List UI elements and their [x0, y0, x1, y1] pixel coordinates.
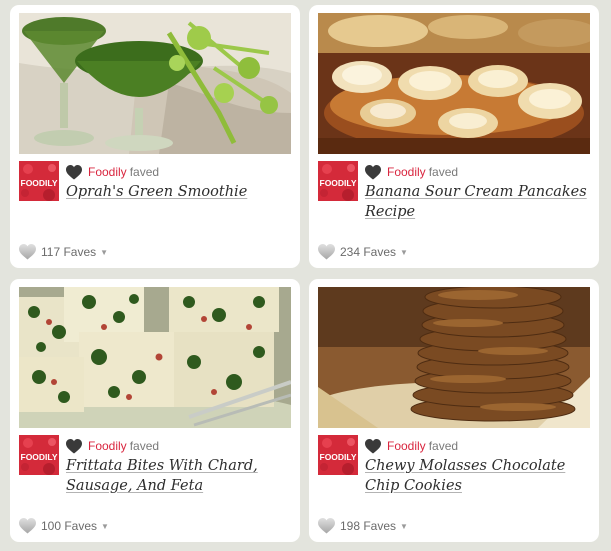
faved-by-line: Foodily faved: [66, 438, 159, 454]
caret-down-icon: ▼: [400, 247, 408, 257]
recipe-photo-molasses-cookies[interactable]: [318, 287, 590, 428]
faved-label: faved: [428, 439, 459, 453]
faves-button[interactable]: 100 Faves ▼: [19, 517, 109, 535]
dark-heart-icon: [66, 165, 82, 180]
faves-button[interactable]: 117 Faves ▼: [19, 243, 108, 261]
recipe-photo-frittata-bites[interactable]: [19, 287, 291, 428]
faves-count: 198 Faves: [340, 519, 397, 533]
caret-down-icon: ▼: [400, 521, 408, 531]
faved-by-line: Foodily faved: [365, 164, 458, 180]
caret-down-icon: ▼: [101, 521, 109, 531]
recipe-photo-green-smoothie[interactable]: [19, 13, 291, 154]
foodily-avatar[interactable]: FOODILY: [318, 161, 358, 201]
dark-heart-icon: [365, 439, 381, 454]
recipe-title-link[interactable]: Chewy Molasses Chocolate Chip Cookies: [365, 456, 591, 496]
foodily-avatar[interactable]: FOODILY: [19, 161, 59, 201]
faves-count: 234 Faves: [340, 245, 397, 259]
faved-label: faved: [129, 165, 160, 179]
recipe-title-link[interactable]: Banana Sour Cream Pancakes Recipe: [365, 182, 591, 222]
faves-count: 100 Faves: [41, 519, 98, 533]
recipe-title-link[interactable]: Frittata Bites With Chard, Sausage, And …: [66, 456, 292, 496]
grey-heart-icon: [318, 244, 335, 260]
dark-heart-icon: [66, 439, 82, 454]
svg-text:FOODILY: FOODILY: [320, 178, 357, 188]
foodily-avatar[interactable]: FOODILY: [19, 435, 59, 475]
recipe-card: FOODILY Foodily faved Banana Sour Cream …: [309, 5, 599, 268]
recipe-title-link[interactable]: Oprah's Green Smoothie: [66, 182, 292, 202]
grey-heart-icon: [19, 518, 36, 534]
svg-text:FOODILY: FOODILY: [320, 452, 357, 462]
caret-down-icon: ▼: [100, 247, 109, 257]
faved-label: faved: [428, 165, 459, 179]
recipe-photo-banana-pancakes[interactable]: [318, 13, 590, 154]
svg-text:FOODILY: FOODILY: [21, 178, 58, 188]
grey-heart-icon: [318, 518, 335, 534]
grey-heart-icon: [19, 244, 36, 260]
recipe-card: FOODILY Foodily faved Frittata Bites Wit…: [10, 279, 300, 542]
faver-link[interactable]: Foodily: [387, 439, 426, 453]
svg-text:FOODILY: FOODILY: [21, 452, 58, 462]
faves-count: 117 Faves: [41, 245, 97, 259]
dark-heart-icon: [365, 165, 381, 180]
recipe-card: FOODILY Foodily faved Chewy Molasses Cho…: [309, 279, 599, 542]
faved-by-line: Foodily faved: [365, 438, 458, 454]
faved-label: faved: [129, 439, 160, 453]
faver-link[interactable]: Foodily: [387, 165, 426, 179]
faver-link[interactable]: Foodily: [88, 165, 127, 179]
foodily-avatar[interactable]: FOODILY: [318, 435, 358, 475]
faves-button[interactable]: 198 Faves ▼: [318, 517, 408, 535]
recipe-card: FOODILY Foodily faved Oprah's Green Smoo…: [10, 5, 300, 268]
faved-by-line: Foodily faved: [66, 164, 159, 180]
faver-link[interactable]: Foodily: [88, 439, 127, 453]
faves-button[interactable]: 234 Faves ▼: [318, 243, 408, 261]
